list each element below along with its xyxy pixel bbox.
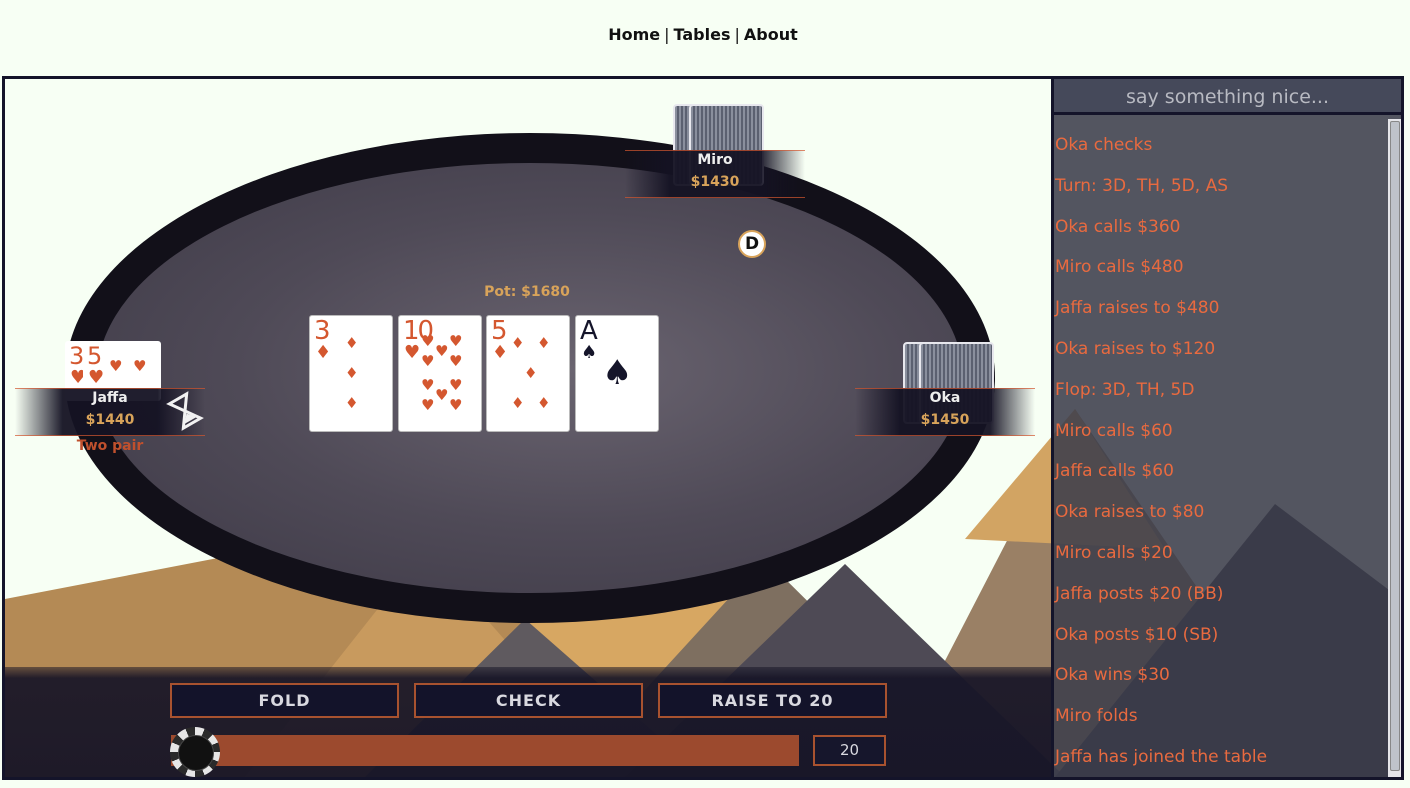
chat-message: Miro folds — [1055, 706, 1138, 727]
heart-icon: ♥ — [435, 386, 449, 404]
nav-home-link[interactable]: Home — [608, 25, 660, 44]
diamond-icon: ♦ — [315, 342, 332, 363]
chat-message: Oka checks — [1055, 135, 1153, 155]
chat-message: Miro calls $480 — [1055, 257, 1184, 278]
nav-separator: | — [734, 25, 740, 44]
dealer-button: D — [738, 230, 766, 258]
heart-icon: ♥ — [421, 396, 435, 414]
raise-amount-input[interactable]: 20 — [813, 735, 886, 766]
chat-message: Jaffa posts $20 (BB) — [1055, 583, 1224, 604]
fold-button[interactable]: FOLD — [170, 683, 399, 718]
player-stack: $1450 — [920, 412, 970, 428]
chat-message: Oka wins $30 — [1055, 665, 1170, 686]
diamond-icon: ♦ — [345, 394, 359, 412]
diamond-icon: ♦ — [537, 394, 551, 412]
seat-oka: Oka $1450 — [855, 388, 1035, 436]
heart-icon: ♥ — [449, 332, 463, 350]
board-card-1: 3 ♦ ♦ ♦ ♦ — [309, 315, 393, 432]
heart-icon: ♥ — [421, 376, 435, 394]
board-card-3: 5 ♦ ♦ ♦ ♦ ♦ ♦ — [486, 315, 570, 432]
heart-icon: ♥ — [449, 396, 463, 414]
chat-message: Miro calls $60 — [1055, 420, 1173, 441]
chat-message: Jaffa has joined the table — [1055, 746, 1268, 767]
chat-message: Jaffa raises to $480 — [1055, 298, 1220, 319]
action-bar: FOLD CHECK RAISE TO 20 20 — [5, 667, 1051, 777]
check-button[interactable]: CHECK — [414, 683, 643, 718]
chat-message: Oka raises to $80 — [1055, 502, 1205, 523]
chat-message: Turn: 3D, TH, 5D, AS — [1055, 175, 1228, 196]
spade-icon: ♠ — [581, 342, 598, 363]
diamond-icon: ♦ — [524, 364, 538, 382]
heart-icon: ♥ — [109, 357, 123, 375]
heart-icon: ♥ — [449, 376, 463, 394]
diamond-icon: ♦ — [537, 334, 551, 352]
poker-chip-slider-handle[interactable] — [170, 727, 220, 777]
player-name: Miro — [697, 152, 733, 168]
chat-message: Oka calls $360 — [1055, 216, 1181, 237]
game-frame: Pot: $1680 3 ♦ ♦ ♦ ♦ 10 ♥ ♥ ♥ ♥ ♥ ♥ ♥ ♥ … — [2, 76, 1404, 780]
heart-icon: ♥ — [133, 357, 147, 375]
hourglass-icon — [166, 391, 204, 431]
diamond-icon: ♦ — [511, 334, 525, 352]
raise-button[interactable]: RAISE TO 20 — [658, 683, 887, 718]
chat-message: Oka raises to $120 — [1055, 338, 1216, 359]
seat-miro: Miro $1430 — [625, 150, 805, 198]
nav-tables-link[interactable]: Tables — [674, 25, 731, 44]
player-name: Oka — [929, 390, 961, 406]
board-card-4: A ♠ ♠ — [575, 315, 659, 432]
chat-message: Jaffa calls $60 — [1055, 461, 1174, 482]
diamond-icon: ♦ — [345, 364, 359, 382]
heart-icon: ♥ — [421, 332, 435, 350]
heart-icon: ♥ — [88, 367, 105, 388]
player-stack: $1430 — [690, 174, 740, 190]
board-card-2: 10 ♥ ♥ ♥ ♥ ♥ ♥ ♥ ♥ ♥ ♥ ♥ — [398, 315, 482, 432]
top-nav: Home | Tables | About — [0, 25, 1406, 44]
pot-amount: Pot: $1680 — [484, 284, 570, 300]
heart-icon: ♥ — [404, 342, 421, 363]
diamond-icon: ♦ — [492, 342, 509, 363]
chat-message: Miro calls $20 — [1055, 542, 1173, 563]
heart-icon: ♥ — [435, 342, 449, 360]
chat-log: Oka checks Turn: 3D, TH, 5D, AS Oka call… — [1054, 119, 1392, 772]
chat-input[interactable]: say something nice... — [1054, 79, 1401, 115]
raise-slider-track[interactable] — [171, 735, 799, 766]
nav-about-link[interactable]: About — [744, 25, 798, 44]
chat-message: Oka posts $10 (SB) — [1055, 624, 1219, 645]
heart-icon: ♥ — [421, 352, 435, 370]
chat-panel: say something nice... Oka checks Turn: 3… — [1051, 79, 1401, 777]
diamond-icon: ♦ — [345, 334, 359, 352]
hand-strength-label: Two pair — [76, 438, 144, 454]
nav-separator: | — [664, 25, 670, 44]
heart-icon: ♥ — [449, 352, 463, 370]
chat-message: Flop: 3D, TH, 5D — [1055, 379, 1195, 400]
diamond-icon: ♦ — [511, 394, 525, 412]
spade-icon: ♠ — [602, 353, 633, 393]
